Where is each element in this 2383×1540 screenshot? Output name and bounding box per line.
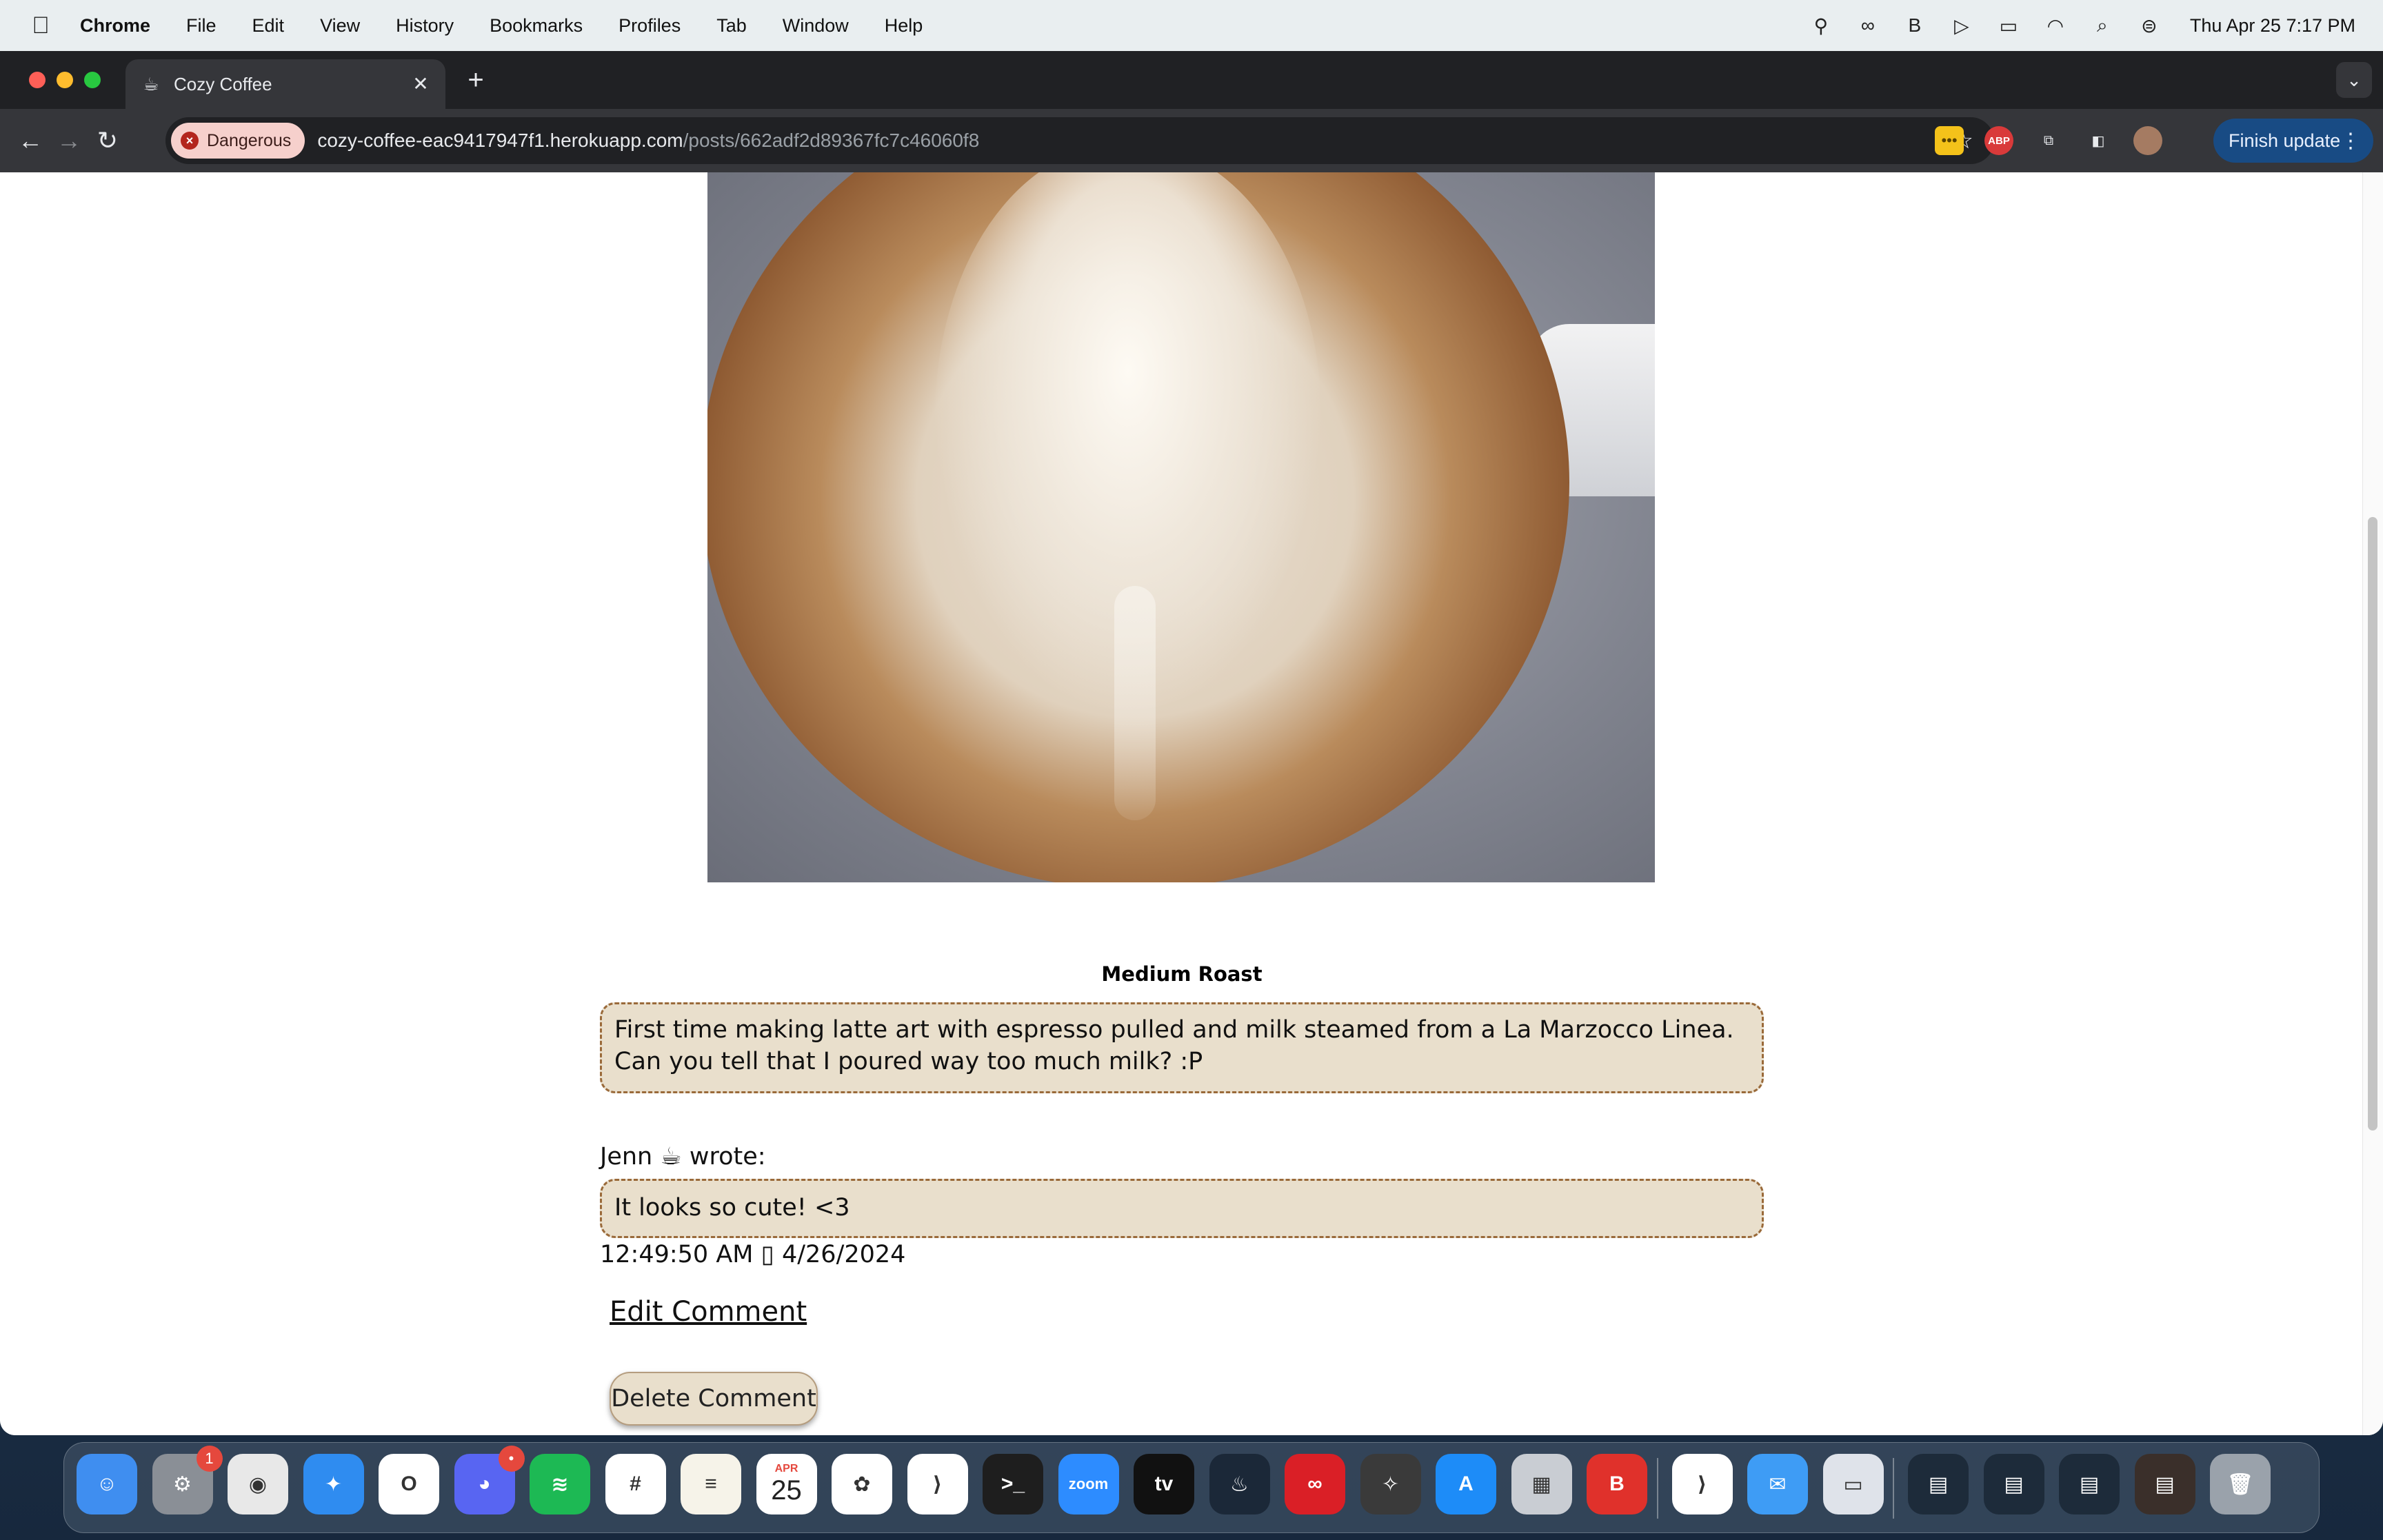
security-warning-chip[interactable]: × Dangerous [171,123,305,159]
terminal-icon[interactable]: >_ [983,1454,1043,1514]
scrollbar-thumb[interactable] [2368,517,2377,1131]
finish-update-label: Finish update [2229,130,2341,151]
menu-help[interactable]: Help [885,15,923,37]
menu-app-name[interactable]: Chrome [80,15,150,37]
menu-bar-clock[interactable]: Thu Apr 25 7:17 PM [2190,15,2355,37]
security-chip-label: Dangerous [207,130,292,150]
creative-cloud-icon[interactable]: ∞ [1856,14,1880,37]
status-area: ⚲ ∞ B ▷ ▭ ◠ ⌕ ⊜ Thu Apr 25 7:17 PM [1809,0,2355,51]
fullscreen-window-button[interactable] [84,72,101,88]
close-window-button[interactable] [29,72,46,88]
menu-bar:  Chrome File Edit View History Bookmark… [0,0,2383,51]
launchpad-icon[interactable]: ▦ [1511,1454,1572,1514]
back-button[interactable]: ← [11,121,50,160]
address-bar[interactable]: × Dangerous cozy-coffee-eac9417947f1.her… [165,117,1994,164]
url-host: cozy-coffee-eac9417947f1.herokuapp.com [317,130,683,151]
reload-button[interactable]: ↻ [88,121,127,160]
bold-b-app-icon[interactable]: B [1587,1454,1647,1514]
tab-cozy-coffee[interactable]: ☕ Cozy Coffee ✕ [125,59,445,109]
spotlight-search-icon[interactable]: ⌕ [2091,14,2114,37]
opera-icon[interactable]: O [379,1454,439,1514]
mail-icon[interactable]: ✉ [1747,1454,1808,1514]
menu-view[interactable]: View [320,15,360,37]
page-viewport: Medium Roast First time making latte art… [0,172,2383,1435]
preview-icon[interactable]: ▭ [1822,1454,1884,1514]
dock-separator [1656,1458,1658,1519]
menu-history[interactable]: History [396,15,454,37]
minimized-window-icon[interactable]: ▤ [2059,1454,2120,1514]
coffee-cup-icon: ☕ [143,73,159,94]
comment-author: Jenn ☕ wrote: [600,1143,766,1171]
tab-search-chevron-icon[interactable]: ⌄ [2336,62,2372,98]
trash-icon[interactable]: 🗑 [2210,1454,2271,1514]
browser-window: ☕ Cozy Coffee ✕ + ⌄ ← → ↻ × Dangerous co… [0,51,2383,1435]
steam-icon[interactable]: ♨ [1209,1454,1270,1514]
zoom-icon[interactable]: zoom [1058,1454,1119,1514]
minimized-window-icon[interactable]: ▤ [2134,1454,2195,1514]
calendar-icon[interactable]: APR 25 [756,1454,817,1514]
app-store-icon[interactable]: A [1436,1454,1496,1514]
play-icon[interactable]: ▷ [1950,14,1973,37]
comment-timestamp: 12:49:50 AM ▯ 4/26/2024 [600,1241,906,1268]
latte-art-stem [1114,586,1156,820]
compass-icon[interactable]: ✧ [1360,1454,1421,1514]
edit-comment-link[interactable]: Edit Comment [610,1296,807,1328]
delete-comment-button[interactable]: Delete Comment [610,1372,818,1426]
chrome-icon[interactable]: ◉ [228,1454,288,1514]
dock: ☺ ⚙ 1 ◉ ✦ O ◕ • ≋ # ≡ APR 25 ✿ ⟩ >_ zoom tv ♨ ∞ ✧ A ▦ B ⟩ ✉ ▭ ▤ ▤ ▤ ▤ 🗑 [63,1442,2320,1533]
extension-icons: ••• ABP ⧉ ◧ [1935,120,2162,161]
lock-person-icon[interactable]: ⚲ [1809,14,1833,37]
tab-title: Cozy Coffee [174,73,272,94]
scrollbar[interactable] [2362,172,2383,1435]
wifi-icon[interactable]: ◠ [2044,14,2067,37]
battery-icon[interactable]: ▭ [1997,14,2020,37]
notification-badge: • [498,1446,525,1472]
browser-toolbar: ← → ↻ × Dangerous cozy-coffee-eac9417947… [0,109,2383,172]
minimized-window-icon[interactable]: ▤ [1983,1454,2044,1514]
spotify-icon[interactable]: ≋ [530,1454,590,1514]
roast-label: Medium Roast [1101,962,1263,986]
creative-cloud-icon[interactable]: ∞ [1285,1454,1345,1514]
post-image [707,172,1655,882]
vscode-blue-icon[interactable]: ⟩ [1671,1454,1733,1514]
safari-icon[interactable]: ✦ [303,1454,364,1514]
menu-tab[interactable]: Tab [716,15,747,37]
menu-bookmarks[interactable]: Bookmarks [490,15,583,37]
url-path: /posts/662adf2d89367fc7c46060f8 [683,130,980,151]
url-text[interactable]: cozy-coffee-eac9417947f1.herokuapp.com/p… [317,130,979,152]
photos-icon[interactable]: ✿ [832,1454,892,1514]
finder-icon[interactable]: ☺ [77,1454,137,1514]
slack-icon[interactable]: # [605,1454,666,1514]
minimize-window-button[interactable] [57,72,73,88]
dock-separator [1893,1458,1894,1519]
forward-button[interactable]: → [50,121,88,160]
new-tab-button[interactable]: + [461,65,491,95]
bold-b-icon[interactable]: B [1903,14,1927,37]
more-menu-icon[interactable]: ⋮ [2340,129,2361,153]
vscode-icon[interactable]: ⟩ [907,1454,968,1514]
menu-profiles[interactable]: Profiles [619,15,681,37]
apple-menu-icon[interactable]:  [25,12,57,39]
profile-avatar-icon[interactable] [2133,126,2162,155]
menu-edit[interactable]: Edit [252,15,285,37]
calendar-day-label: 25 [771,1475,802,1506]
menu-file[interactable]: File [186,15,217,37]
adblock-plus-icon[interactable]: ABP [1984,126,2013,155]
notification-badge: 1 [196,1446,223,1472]
apple-tv-icon[interactable]: tv [1134,1454,1194,1514]
close-tab-icon[interactable]: ✕ [408,72,433,97]
tab-strip: ☕ Cozy Coffee ✕ + ⌄ [0,51,2383,109]
minimized-window-icon[interactable]: ▤ [1908,1454,1969,1514]
calendar-month-label: APR [774,1462,798,1475]
post-caption: First time making latte art with espress… [600,1002,1764,1093]
yellow-extension-icon[interactable]: ••• [1935,126,1964,155]
comment-text: It looks so cute! <3 [600,1179,1764,1238]
finish-update-button[interactable]: Finish update ⋮ [2213,119,2373,163]
notes-icon[interactable]: ≡ [681,1454,741,1514]
menu-window[interactable]: Window [783,15,849,37]
extensions-puzzle-icon[interactable]: ⧉ [2034,126,2063,155]
danger-icon: × [181,132,199,150]
control-center-icon[interactable]: ⊜ [2138,14,2161,37]
side-panel-icon[interactable]: ◧ [2084,126,2113,155]
